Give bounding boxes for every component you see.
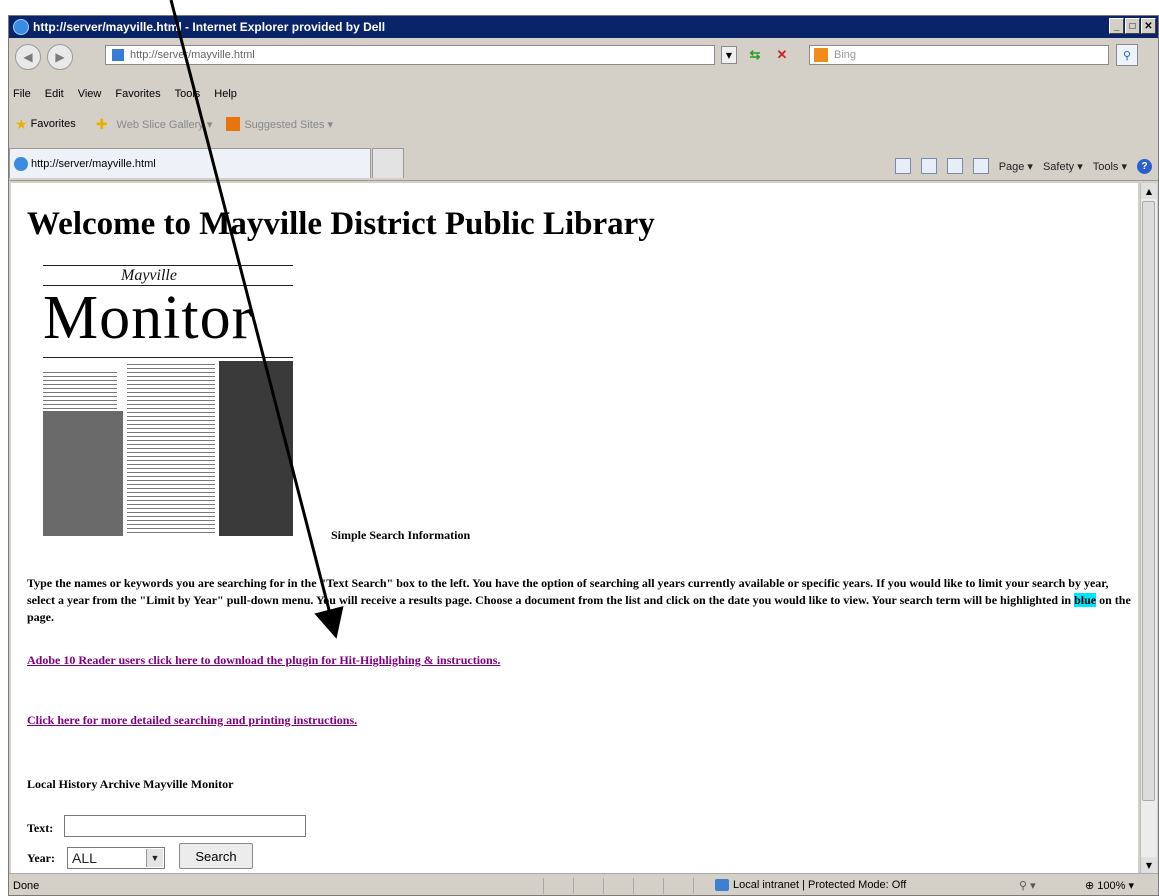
tab-ie-icon bbox=[14, 156, 28, 171]
suggested-sites-icon bbox=[226, 117, 241, 131]
mail-icon[interactable] bbox=[946, 158, 963, 174]
newspaper-image: Mayville Monitor bbox=[41, 261, 297, 541]
archive-heading: Local History Archive Mayville Monitor bbox=[27, 777, 234, 791]
year-select-value: ALL bbox=[72, 850, 97, 866]
scroll-down-icon[interactable]: ▼ bbox=[1141, 857, 1157, 873]
text-label: Text: bbox=[27, 821, 54, 835]
forward-button[interactable]: ▶ bbox=[47, 44, 73, 70]
address-bar[interactable]: http://server/mayville.html bbox=[105, 45, 715, 65]
minimize-button[interactable]: _ bbox=[1109, 18, 1124, 34]
add-favorite-icon[interactable]: ✚ bbox=[96, 116, 108, 133]
page-title: Welcome to Mayville District Public Libr… bbox=[27, 206, 655, 242]
page-content: Welcome to Mayville District Public Libr… bbox=[11, 183, 1138, 873]
print-icon[interactable] bbox=[972, 158, 989, 174]
instructions-text-before: Type the names or keywords you are searc… bbox=[27, 576, 1109, 607]
zoom-value: 100% bbox=[1097, 880, 1126, 892]
plugin-download-link[interactable]: Adobe 10 Reader users click here to down… bbox=[27, 653, 500, 668]
bing-logo-icon bbox=[814, 48, 828, 62]
page-icon bbox=[112, 49, 124, 61]
feeds-icon[interactable] bbox=[920, 158, 937, 174]
search-icon: ⚲ bbox=[1122, 48, 1132, 62]
window-controls: _ □ ✕ bbox=[1109, 18, 1156, 34]
masthead: Monitor bbox=[43, 284, 254, 352]
stop-icon: ✕ bbox=[776, 47, 788, 62]
new-tab-button[interactable] bbox=[372, 148, 404, 178]
back-arrow-icon: ◀ bbox=[23, 50, 33, 64]
tab-current-page[interactable]: http://server/mayville.html bbox=[9, 148, 371, 178]
favorites-star-icon: ★ bbox=[15, 115, 28, 132]
simple-search-heading: Simple Search Information bbox=[331, 528, 471, 542]
refresh-icon: ⇆ bbox=[749, 47, 761, 62]
stop-button[interactable]: ✕ bbox=[773, 46, 791, 64]
status-bar: Done Local intranet | Protected Mode: Of… bbox=[9, 873, 1158, 895]
menu-item-edit[interactable]: Edit bbox=[45, 88, 64, 106]
close-button[interactable]: ✕ bbox=[1141, 18, 1156, 34]
text-search-input[interactable] bbox=[64, 815, 306, 837]
address-url: http://server/mayville.html bbox=[130, 49, 255, 61]
suggested-sites-link[interactable]: Suggested Sites ▾ bbox=[244, 118, 333, 131]
safety-menu[interactable]: Safety ▾ bbox=[1043, 160, 1083, 173]
help-icon[interactable]: ? bbox=[1137, 158, 1152, 174]
menu-item-help[interactable]: Help bbox=[214, 88, 237, 106]
search-submit-button[interactable]: Search bbox=[179, 843, 253, 869]
address-dropdown-button[interactable]: ▼ bbox=[721, 46, 737, 64]
web-slice-gallery-link[interactable]: Web Slice Gallery ▾ bbox=[117, 118, 213, 131]
chevron-down-icon: ▼ bbox=[725, 50, 733, 60]
protected-mode-icon[interactable]: ⚲ ▾ bbox=[1019, 879, 1036, 892]
command-bar: Page ▾ Safety ▾ Tools ▾ ? bbox=[894, 158, 1152, 174]
highlight-sample: blue bbox=[1074, 593, 1097, 607]
menu-item-tools[interactable]: Tools bbox=[175, 88, 201, 106]
home-icon[interactable] bbox=[894, 158, 911, 174]
favorites-button[interactable]: Favorites bbox=[31, 118, 76, 130]
menu-item-file[interactable]: File bbox=[13, 88, 31, 106]
scroll-up-icon[interactable]: ▲ bbox=[1141, 183, 1157, 199]
search-button[interactable]: ⚲ bbox=[1116, 44, 1138, 66]
status-text: Done bbox=[13, 880, 40, 892]
tab-label: http://server/mayville.html bbox=[31, 157, 156, 170]
ie-icon bbox=[13, 19, 29, 35]
zone-text: Local intranet | Protected Mode: Off bbox=[733, 879, 907, 891]
tab-row: http://server/mayville.html Page ▾ Safet… bbox=[9, 144, 1158, 181]
window-title: http://server/mayville.html - Internet E… bbox=[33, 20, 386, 34]
browser-window: http://server/mayville.html - Internet E… bbox=[8, 15, 1159, 896]
forward-arrow-icon: ▶ bbox=[55, 50, 65, 64]
intranet-icon bbox=[715, 879, 729, 891]
menu-item-favorites[interactable]: Favorites bbox=[115, 88, 160, 106]
favorites-bar: ★ Favorites ✚ Web Slice Gallery ▾ Sugges… bbox=[9, 112, 1158, 136]
scroll-thumb[interactable] bbox=[1142, 201, 1155, 801]
search-placeholder: Bing bbox=[834, 49, 857, 61]
vertical-scrollbar[interactable]: ▲ ▼ bbox=[1140, 183, 1157, 873]
compatibility-view-button[interactable]: ⇆ bbox=[746, 46, 764, 64]
search-instructions: Type the names or keywords you are searc… bbox=[27, 575, 1137, 626]
detailed-instructions-link[interactable]: Click here for more detailed searching a… bbox=[27, 713, 357, 728]
navigation-bar: ◀ ▶ http://server/mayville.html ▼ ⇆ ✕ Bi… bbox=[9, 40, 1158, 74]
year-label: Year: bbox=[27, 851, 55, 865]
menu-item-view[interactable]: View bbox=[78, 88, 102, 106]
security-zone[interactable]: Local intranet | Protected Mode: Off bbox=[715, 879, 906, 891]
chevron-down-icon: ▼ bbox=[146, 849, 163, 867]
masthead-small: Mayville bbox=[121, 267, 177, 284]
page-menu[interactable]: Page ▾ bbox=[999, 160, 1033, 173]
year-select[interactable]: ALL ▼ bbox=[67, 847, 165, 869]
zoom-level[interactable]: ⊕ 100% ▾ bbox=[1085, 879, 1134, 892]
back-button[interactable]: ◀ bbox=[15, 44, 41, 70]
menu-bar: File Edit View Favorites Tools Help bbox=[9, 88, 237, 106]
search-input[interactable]: Bing bbox=[809, 45, 1109, 65]
maximize-button[interactable]: □ bbox=[1125, 18, 1140, 34]
title-bar: http://server/mayville.html - Internet E… bbox=[9, 16, 1158, 38]
tools-menu[interactable]: Tools ▾ bbox=[1093, 160, 1127, 173]
